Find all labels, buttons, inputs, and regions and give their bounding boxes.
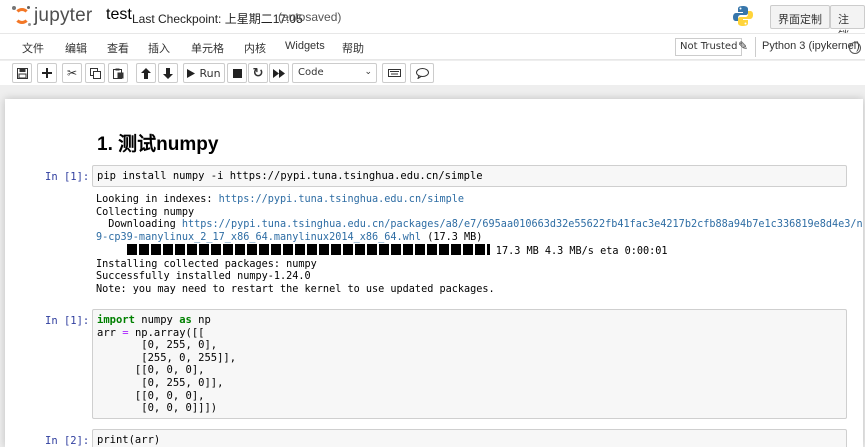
jupyter-logo-text: jupyter bbox=[34, 5, 93, 26]
scissors-icon: ✂ bbox=[66, 66, 78, 80]
code-text: numpy bbox=[134, 314, 180, 326]
code-cell-input[interactable]: pip install numpy -i https://pypi.tuna.t… bbox=[92, 165, 847, 187]
code-text: np.array([[ bbox=[128, 326, 205, 339]
paste-icon bbox=[112, 68, 123, 79]
code-cell-input[interactable]: import numpy as np arr = np.array([[ [0,… bbox=[92, 309, 847, 419]
copy-button[interactable] bbox=[85, 63, 105, 83]
code-line: [0, 0, 0]]]) bbox=[97, 402, 218, 415]
input-prompt: In [2]: bbox=[45, 435, 90, 447]
menu-insert[interactable]: 插入 bbox=[148, 40, 170, 56]
python-logo-icon bbox=[733, 6, 753, 26]
speech-bubble-icon bbox=[415, 67, 429, 79]
paste-button[interactable] bbox=[108, 63, 128, 83]
keyboard-icon bbox=[387, 69, 401, 77]
menu-help[interactable]: 帮助 bbox=[342, 40, 364, 56]
download-progress-bar bbox=[126, 244, 490, 255]
not-trusted-badge[interactable]: Not Trusted bbox=[675, 38, 743, 56]
restart-run-all-button[interactable] bbox=[269, 63, 289, 83]
notebook-name[interactable]: test bbox=[106, 6, 132, 24]
restart-icon: ↻ bbox=[252, 65, 264, 81]
menubar: 文件 编辑 查看 插入 单元格 内核 Widgets 帮助 Not Truste… bbox=[0, 33, 865, 60]
move-up-button[interactable] bbox=[136, 63, 156, 83]
kernel-idle-icon bbox=[849, 42, 861, 54]
run-button[interactable]: Run bbox=[183, 63, 225, 83]
keyword: as bbox=[179, 314, 192, 326]
jupyter-dot-icon bbox=[28, 23, 31, 26]
input-prompt: In [1]: bbox=[45, 171, 90, 183]
play-icon bbox=[187, 68, 196, 78]
menu-view[interactable]: 查看 bbox=[107, 40, 129, 56]
menu-file[interactable]: 文件 bbox=[22, 40, 44, 56]
save-button[interactable] bbox=[12, 63, 32, 83]
code-line: [255, 0, 255]], bbox=[97, 351, 237, 364]
comment-button[interactable] bbox=[410, 63, 434, 83]
output-text: Successfully installed numpy-1.24.0 bbox=[96, 271, 311, 282]
output-text: (17.3 MB) bbox=[421, 231, 483, 243]
menu-kernel[interactable]: 内核 bbox=[244, 40, 266, 56]
output-text: Looking in indexes: bbox=[96, 194, 219, 205]
output-text: Installing collected packages: numpy bbox=[96, 258, 317, 270]
autosave-status: (autosaved) bbox=[278, 10, 342, 24]
output-text: Collecting numpy bbox=[96, 206, 195, 218]
edit-pencil-icon[interactable]: ✎ bbox=[738, 39, 748, 53]
chevron-down-icon: ⌄ bbox=[364, 67, 372, 77]
output-link[interactable]: https://pypi.tuna.tsinghua.edu.cn/simple bbox=[219, 194, 464, 205]
cell-type-value: Code bbox=[298, 67, 324, 78]
code-line: [0, 255, 0]], bbox=[97, 376, 224, 389]
stop-icon bbox=[232, 68, 242, 78]
menu-widgets[interactable]: Widgets bbox=[285, 40, 325, 52]
code-line: [[0, 0, 0], bbox=[97, 389, 205, 402]
command-palette-button[interactable] bbox=[382, 63, 406, 83]
output-text: Note: you may need to restart the kernel… bbox=[96, 283, 495, 295]
save-icon bbox=[16, 67, 28, 79]
restart-button[interactable]: ↻ bbox=[248, 63, 268, 83]
input-prompt: In [1]: bbox=[45, 315, 90, 327]
customize-button[interactable]: 界面定制 bbox=[770, 5, 830, 29]
menu-cell[interactable]: 单元格 bbox=[191, 40, 224, 56]
keyword: import bbox=[97, 314, 135, 326]
header: jupyter test Last Checkpoint: 上星期二17:05 … bbox=[0, 0, 865, 42]
code-line: pip install numpy -i https://pypi.tuna.t… bbox=[97, 170, 483, 182]
cell-type-select[interactable]: Code ⌄ bbox=[292, 63, 377, 83]
code-cell-input[interactable]: print(arr) bbox=[92, 429, 847, 447]
notebook-container: 1. 测试numpy In [1]: pip install numpy -i … bbox=[5, 99, 863, 447]
copy-icon bbox=[89, 67, 101, 79]
fast-forward-icon bbox=[273, 68, 285, 78]
jupyter-logo[interactable]: jupyter bbox=[12, 5, 96, 28]
code-line: print(arr) bbox=[97, 434, 161, 446]
code-line: [[0, 0, 0], bbox=[97, 364, 205, 377]
interrupt-button[interactable] bbox=[227, 63, 247, 83]
logout-button[interactable]: 注销 bbox=[830, 5, 865, 42]
cut-button[interactable]: ✂ bbox=[62, 63, 82, 83]
jupyter-ring-icon bbox=[14, 8, 30, 24]
code-text: np bbox=[191, 314, 211, 326]
menu-edit[interactable]: 编辑 bbox=[65, 40, 87, 56]
kernel-name: Python 3 (ipykernel) bbox=[762, 40, 860, 52]
code-line: [0, 255, 0], bbox=[97, 339, 218, 352]
arrow-down-icon bbox=[163, 67, 173, 79]
output-text: Downloading bbox=[96, 219, 182, 230]
code-text: arr bbox=[97, 326, 123, 339]
output-link[interactable]: 9-cp39-manylinux_2_17_x86_64.manylinux20… bbox=[96, 232, 421, 243]
run-label: Run bbox=[199, 66, 221, 80]
output-text: 17.3 MB 4.3 MB/s eta 0:00:01 bbox=[489, 246, 668, 257]
jupyter-dot-icon bbox=[12, 6, 16, 10]
plus-icon bbox=[42, 68, 52, 78]
jupyter-dot-icon bbox=[27, 6, 30, 9]
cell-output: Looking in indexes: https://pypi.tuna.ts… bbox=[96, 194, 863, 296]
arrow-up-icon bbox=[141, 67, 151, 79]
toolbar: ✂ Run ↻ Code ⌄ bbox=[0, 61, 865, 85]
markdown-heading[interactable]: 1. 测试numpy bbox=[97, 129, 218, 156]
output-link[interactable]: https://pypi.tuna.tsinghua.edu.cn/packag… bbox=[182, 219, 863, 230]
move-down-button[interactable] bbox=[158, 63, 178, 83]
insert-cell-button[interactable] bbox=[37, 63, 57, 83]
divider bbox=[755, 37, 756, 57]
